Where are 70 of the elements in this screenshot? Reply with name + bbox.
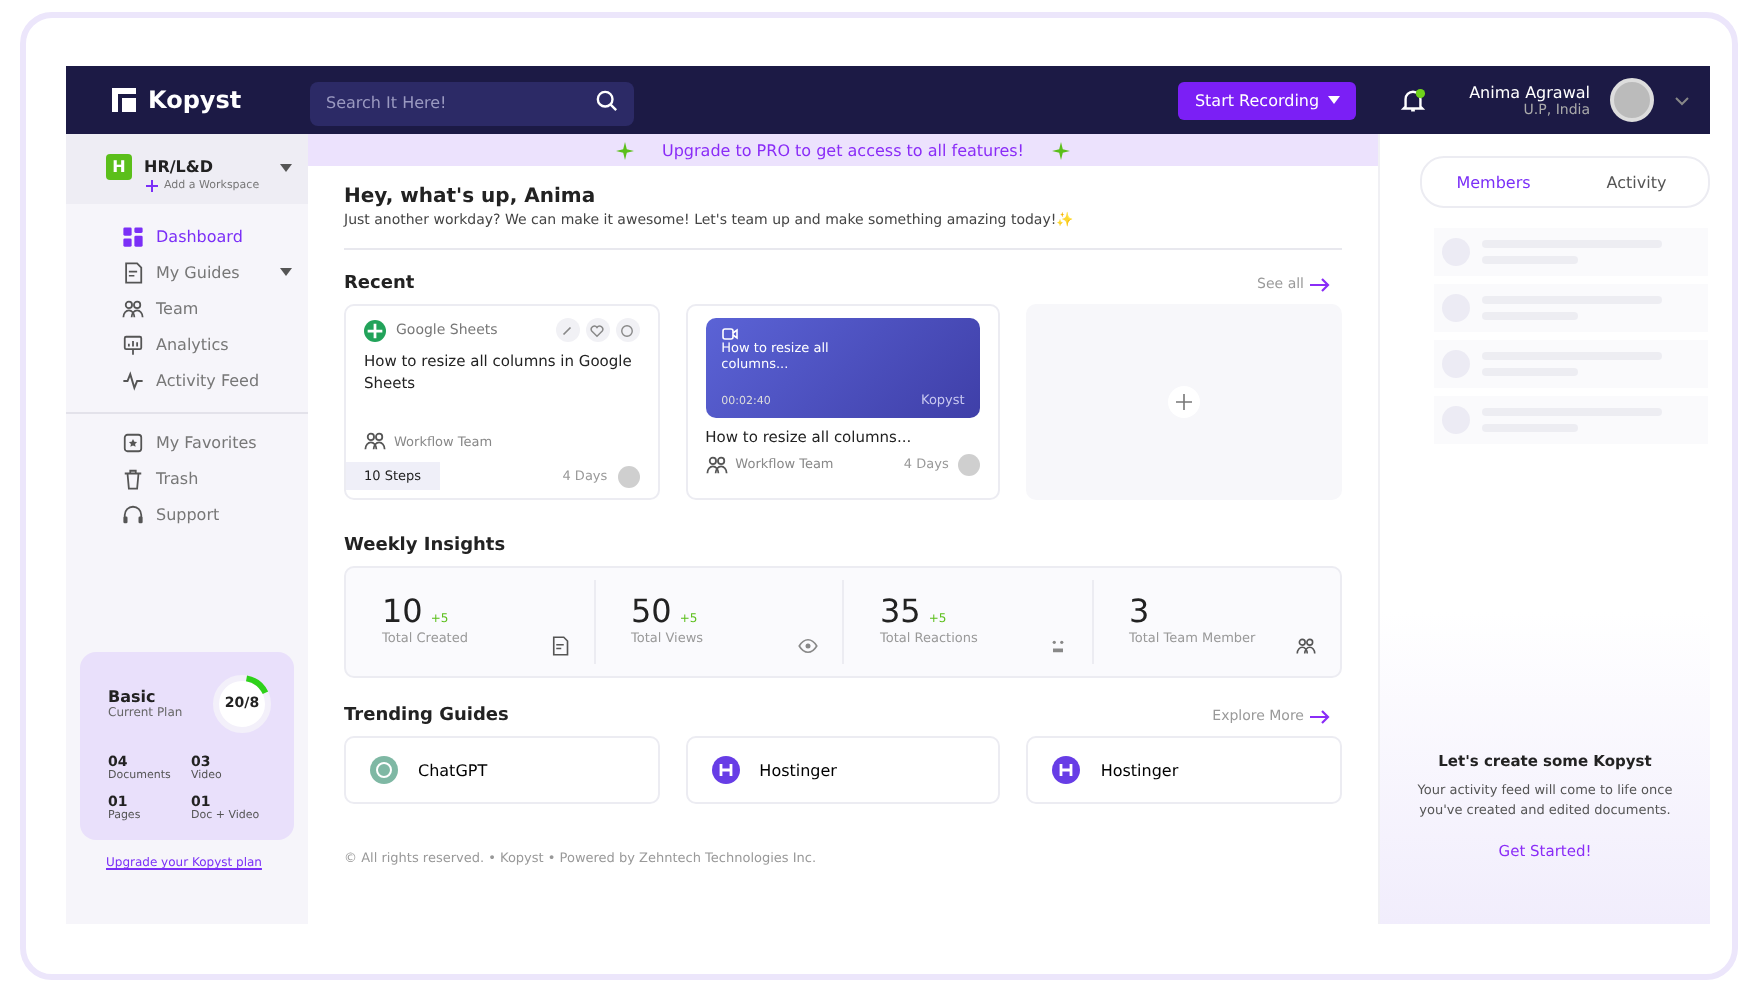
section-title: Weekly Insights: [344, 536, 506, 556]
heart-icon: [590, 323, 605, 337]
upgrade-banner-text[interactable]: Upgrade to PRO to get access to all features!: [661, 141, 1025, 159]
plan-name: Basic: [108, 688, 158, 706]
headset-icon: [122, 503, 144, 525]
nav-item[interactable]: Team: [110, 292, 308, 324]
search-icon: [596, 89, 618, 111]
like-button[interactable]: [585, 318, 610, 342]
arrow-icon: [1310, 277, 1330, 291]
favorite-icon: [122, 431, 144, 453]
avatar: [617, 465, 640, 487]
dashboard-icon: [122, 225, 144, 247]
nav-item[interactable]: Analytics: [110, 328, 308, 360]
caret-icon[interactable]: [280, 163, 292, 171]
logo-icon: [110, 86, 138, 114]
panel-tab[interactable]: Members: [1422, 158, 1565, 206]
nav-item[interactable]: My Favorites: [110, 426, 308, 458]
avatar: [958, 453, 981, 476]
sparkle-icon: [615, 141, 634, 159]
pulse-icon: [122, 369, 144, 391]
search-field[interactable]: Search It Here!: [310, 81, 634, 125]
bell-icon[interactable]: [1399, 87, 1426, 113]
nav-item[interactable]: Activity Feed: [110, 364, 308, 396]
caret-icon: [1327, 96, 1340, 104]
nav-item[interactable]: My Guides: [110, 256, 308, 288]
chevron-icon[interactable]: [1674, 95, 1690, 105]
trending-guide-card[interactable]: Hostinger: [1026, 736, 1343, 804]
people-icon: [122, 297, 144, 319]
plus-icon: [1176, 394, 1193, 410]
nav-item[interactable]: Dashboard: [110, 220, 308, 252]
board-icon: [122, 333, 144, 355]
app-logo-icon: [364, 319, 386, 341]
people-icon: [705, 453, 728, 476]
insight-value: 35: [880, 592, 921, 630]
document-icon: [549, 636, 569, 656]
nav-item[interactable]: Support: [110, 498, 308, 530]
arrow-icon: [1310, 709, 1330, 723]
select-button[interactable]: [615, 318, 640, 342]
face-icon: [1047, 636, 1067, 656]
circle-icon: [620, 323, 635, 337]
people-icon: [1296, 636, 1316, 656]
start-recording-button[interactable]: Start Recording: [1178, 81, 1356, 119]
app-logo-icon: [370, 756, 398, 784]
logo-text: Kopyst: [148, 86, 242, 114]
avatar[interactable]: [1610, 78, 1654, 122]
trending-guide-card[interactable]: ChatGPT: [344, 736, 660, 804]
insight-value: 10: [382, 592, 423, 630]
trending-guide-card[interactable]: Hostinger: [685, 736, 1001, 804]
caret-icon: [280, 268, 292, 276]
progress-ring: [210, 672, 274, 736]
people-icon: [364, 430, 386, 452]
trash-icon: [122, 467, 144, 489]
user-name: Anima Agrawal: [1469, 83, 1590, 101]
section-title: Recent: [344, 274, 415, 294]
workspace-badge: H: [106, 154, 132, 180]
panel-tab[interactable]: Activity: [1565, 158, 1708, 206]
sparkle-icon: [1052, 141, 1071, 159]
nav-item[interactable]: Trash: [110, 462, 308, 494]
greeting-title: Hey, what's up, Anima: [344, 186, 598, 208]
app-logo-icon: [711, 756, 740, 784]
camera-icon: [721, 328, 738, 340]
insight-value: 3: [1129, 592, 1150, 630]
document-icon: [122, 261, 144, 283]
insight-value: 50: [631, 592, 672, 630]
add-button[interactable]: [1168, 386, 1201, 418]
eye-icon: [798, 636, 818, 656]
section-title: Trending Guides: [344, 706, 509, 726]
plus-icon: [146, 180, 158, 192]
app-logo-icon: [1052, 756, 1081, 784]
workspace-name[interactable]: HR/L&D: [144, 158, 268, 176]
